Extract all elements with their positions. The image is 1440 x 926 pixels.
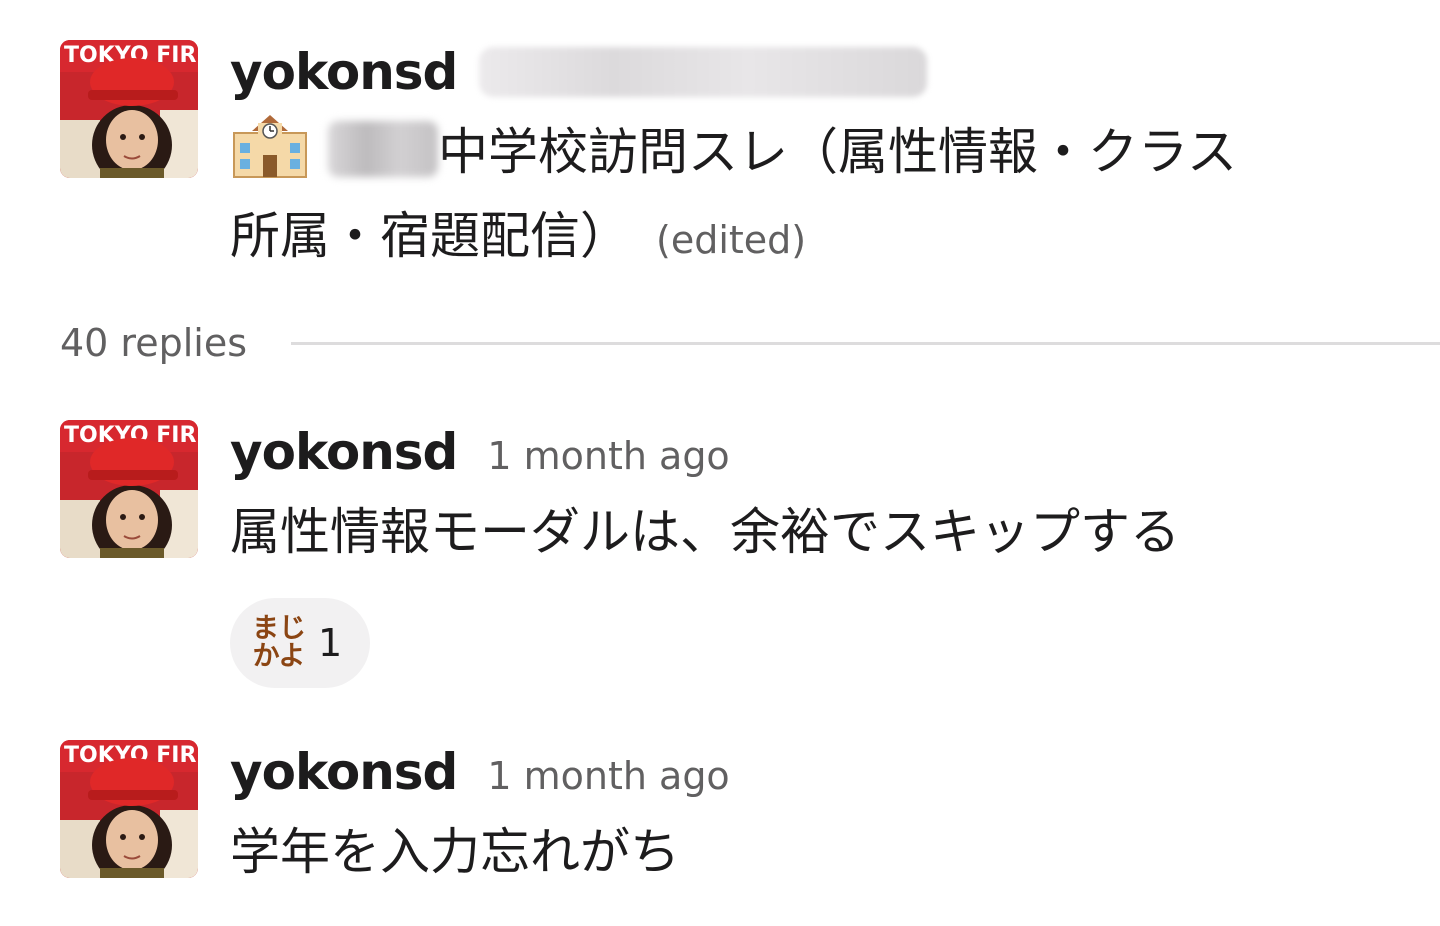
message-header: yokonsd 1 month ago — [230, 740, 1400, 804]
redacted-school-name — [328, 121, 438, 177]
message-text: 属性情報モーダルは、余裕でスキップする — [230, 503, 1180, 561]
reaction-count: 1 — [318, 621, 343, 665]
message-text-line2: 所属・宿題配信） — [230, 207, 630, 265]
reply-message: TOKYO FIR yokonsd 1 month ago 属性情報モーダルは、… — [60, 420, 1440, 690]
message-body: yokonsd 1 month ago 属性情報モーダルは、余裕でスキップする … — [230, 420, 1400, 688]
thread-view: TOKYO FIR yokonsd 中学校訪問スレ（属性情報・クラス 所属・宿題… — [0, 0, 1440, 926]
message-header: yokonsd 1 month ago — [230, 420, 1400, 484]
school-icon — [230, 113, 310, 179]
divider — [291, 341, 1440, 345]
message-body: yokonsd 1 month ago 学年を入力忘れがち — [230, 740, 1400, 894]
avatar[interactable]: TOKYO FIR — [60, 40, 198, 178]
message-header: yokonsd — [230, 40, 1400, 104]
redacted-timestamp — [479, 47, 928, 97]
message-text-line1: 中学校訪問スレ（属性情報・クラス — [438, 123, 1237, 181]
message-body: yokonsd 中学校訪問スレ（属性情報・クラス 所属・宿題配信） (edite… — [230, 40, 1400, 282]
timestamp[interactable]: 1 month ago — [487, 424, 729, 488]
timestamp[interactable]: 1 month ago — [487, 744, 729, 808]
majikayo-emoji-icon: まじ かよ — [252, 615, 306, 671]
replies-count[interactable]: 40 replies — [60, 321, 247, 365]
reaction-pill[interactable]: まじ かよ 1 — [230, 598, 371, 688]
username[interactable]: yokonsd — [230, 40, 458, 104]
message-text: 中学校訪問スレ（属性情報・クラス 所属・宿題配信） (edited) — [230, 110, 1400, 282]
username[interactable]: yokonsd — [230, 740, 458, 804]
replies-divider-row: 40 replies — [60, 318, 1440, 368]
username[interactable]: yokonsd — [230, 420, 458, 484]
parent-message: TOKYO FIR yokonsd 中学校訪問スレ（属性情報・クラス 所属・宿題… — [60, 40, 1440, 280]
avatar[interactable]: TOKYO FIR — [60, 420, 198, 558]
reaction-emoji-line2: かよ — [252, 641, 306, 672]
reply-message: TOKYO FIR yokonsd 1 month ago 学年を入力忘れがち — [60, 740, 1440, 920]
edited-label: (edited) — [656, 218, 807, 262]
avatar[interactable]: TOKYO FIR — [60, 740, 198, 878]
message-text: 学年を入力忘れがち — [230, 823, 680, 881]
reaction-emoji-line1: まじ — [252, 613, 306, 644]
